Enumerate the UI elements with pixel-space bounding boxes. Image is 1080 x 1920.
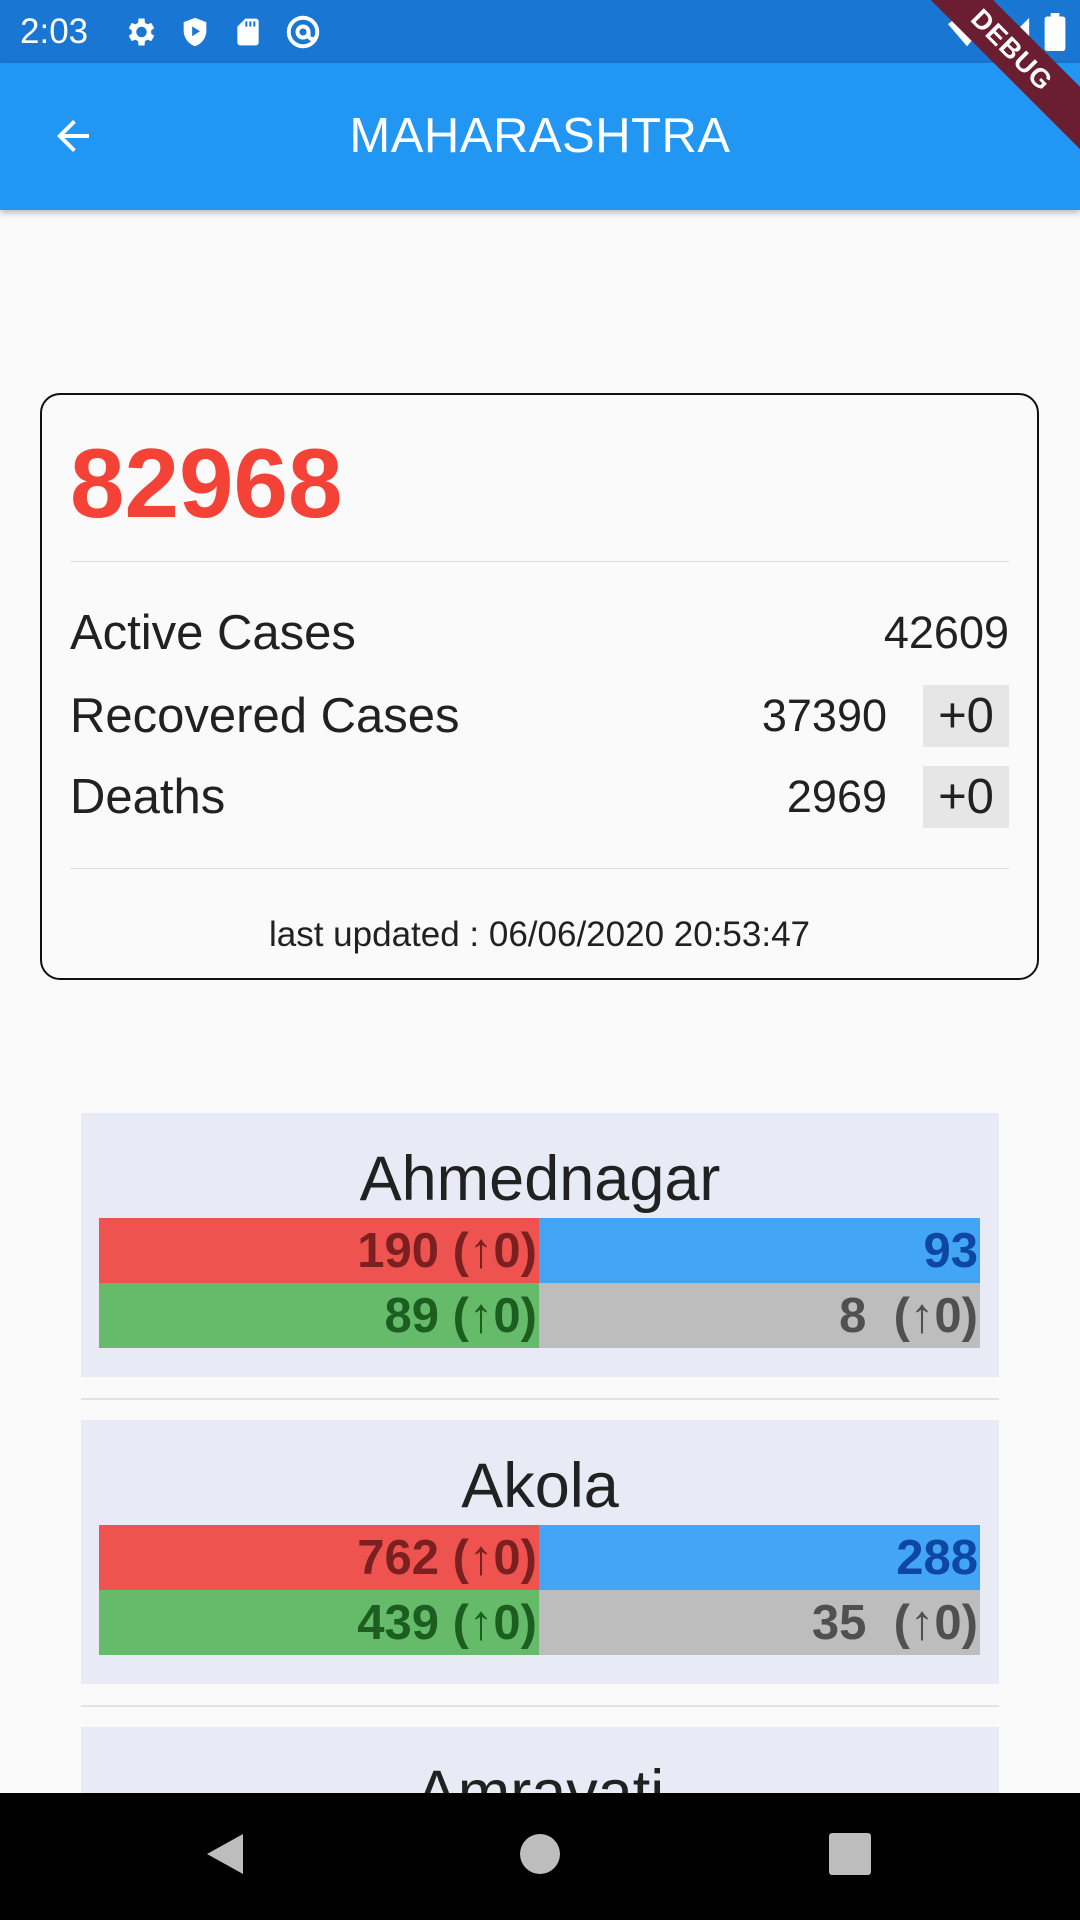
stat-value: 2969 [786,771,887,822]
gear-icon [122,14,158,50]
active-cell: 288 [539,1525,980,1590]
status-bar: 2:03 [0,0,1080,63]
page-title: MAHARASHTRA [349,109,731,163]
deceased-value: 35 (↑0) [811,1595,978,1650]
battery-icon [1044,13,1066,51]
deceased-cell: 35 (↑0) [539,1590,980,1655]
status-time: 2:03 [20,12,89,51]
stat-delta-badge: +0 [923,685,1009,747]
summary-divider [70,561,1009,562]
confirmed-value: 190 (↑0) [357,1223,537,1278]
recovered-cell: 439 (↑0) [99,1590,539,1655]
active-value: 288 [896,1530,978,1585]
nav-back-button[interactable] [195,1826,255,1886]
deceased-value: 8 (↑0) [839,1288,978,1343]
list-divider [81,1705,999,1707]
recovered-cell: 89 (↑0) [99,1283,539,1348]
shield-play-icon [178,14,212,50]
deaths-row: Deaths 2969 +0 [70,766,1009,828]
sd-card-icon [232,14,264,50]
district-card[interactable]: Akola 762 (↑0) 288 439 (↑0) 35 (↑0) [81,1420,999,1684]
confirmed-value: 762 (↑0) [357,1530,537,1585]
state-summary-card: 82968 Active Cases 42609 Recovered Cases… [40,393,1039,980]
confirmed-cell: 190 (↑0) [99,1218,539,1283]
active-cases-row: Active Cases 42609 [70,602,1009,664]
district-stats-grid: 762 (↑0) 288 439 (↑0) 35 (↑0) [99,1525,980,1655]
app-bar: MAHARASHTRA [0,63,1080,210]
district-name: Ahmednagar [359,1144,721,1214]
deceased-cell: 8 (↑0) [539,1283,980,1348]
system-nav-bar [0,1793,1080,1920]
status-notification-icons [122,12,322,52]
last-updated: last updated : 06/06/2020 20:53:47 [268,915,810,954]
district-stats-grid: 190 (↑0) 93 89 (↑0) 8 (↑0) [99,1218,980,1348]
nav-recents-button[interactable] [820,1826,880,1886]
recovered-value: 439 (↑0) [357,1595,537,1650]
stat-value: 37390 [761,690,887,741]
recovered-cases-row: Recovered Cases 37390 +0 [70,685,1009,747]
recovered-value: 89 (↑0) [384,1288,537,1343]
stat-label: Recovered Cases [70,689,460,743]
at-sign-icon [284,13,322,51]
active-cell: 93 [539,1218,980,1283]
nav-home-button[interactable] [510,1826,570,1886]
stat-delta-badge: +0 [923,766,1009,828]
active-value: 93 [923,1223,978,1278]
nav-back-icon [203,1830,247,1883]
district-name: Akola [461,1451,619,1521]
total-cases: 82968 [70,428,343,538]
stat-label: Active Cases [70,606,356,660]
stat-label: Deaths [70,770,226,824]
list-divider [81,1398,999,1400]
district-card[interactable]: Ahmednagar 190 (↑0) 93 89 (↑0) 8 (↑0) [81,1113,999,1377]
nav-home-icon [518,1832,562,1881]
stat-value: 42609 [883,607,1009,658]
nav-recents-icon [829,1832,871,1880]
confirmed-cell: 762 (↑0) [99,1525,539,1590]
summary-divider [70,868,1009,869]
